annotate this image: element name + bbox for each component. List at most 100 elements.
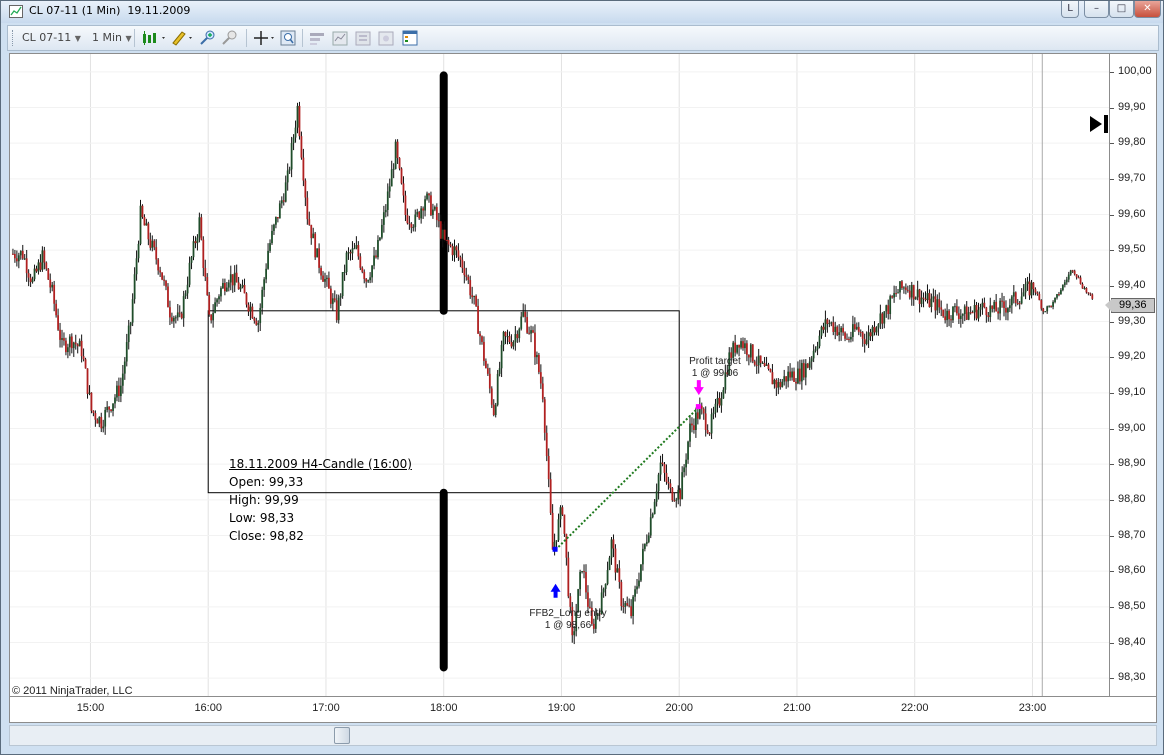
chart-properties-icon[interactable] (354, 29, 372, 47)
toolbar-grip[interactable] (12, 30, 15, 46)
go-to-end-icon[interactable] (1089, 114, 1111, 134)
candle-body (485, 360, 487, 369)
candle-body (991, 305, 994, 309)
candle-body (734, 342, 737, 353)
price-axis[interactable]: 100,00 99,90 99,80 99,70 99,60 99,50 99,40 99,3… (1110, 53, 1157, 697)
candle-body (108, 406, 111, 410)
candle-body (396, 141, 399, 159)
candle-body (999, 300, 1001, 314)
candle-body (877, 324, 880, 328)
zoom-out-icon[interactable] (221, 29, 239, 47)
candle-body (685, 459, 687, 468)
candle-body (465, 275, 468, 277)
chart-settings-icon[interactable] (377, 29, 395, 47)
candlestick-style-icon[interactable] (141, 29, 169, 47)
candle-body (486, 368, 489, 374)
candle-body (235, 272, 238, 283)
interval-dropdown-icon: ▼ (125, 34, 132, 43)
scrollbar-thumb[interactable] (334, 727, 350, 744)
close-button[interactable]: ✕ (1134, 1, 1161, 18)
candle-body (614, 548, 617, 573)
candle-body (867, 332, 870, 341)
candle-body (520, 316, 523, 329)
interval-selector[interactable]: 1 Min ▼ (92, 30, 132, 46)
candle-body (802, 363, 805, 378)
candle-body (278, 203, 281, 219)
candle-body (1026, 281, 1029, 284)
candle-body (579, 571, 582, 590)
candle-body (102, 426, 105, 429)
price-tick (1110, 321, 1114, 323)
candle-body (969, 312, 972, 314)
strategy-icon[interactable] (308, 29, 326, 47)
price-tick-label: 98,30 (1118, 671, 1146, 684)
candle-body (490, 388, 493, 405)
link-button[interactable]: L (1061, 1, 1079, 18)
indicator-icon[interactable] (331, 29, 349, 47)
candle-body (844, 332, 846, 339)
candle-body (269, 243, 271, 251)
candle-body (1005, 308, 1007, 313)
candle-body (41, 250, 44, 270)
candle-body (365, 278, 368, 282)
candle-body (1018, 303, 1021, 305)
candle-body (793, 371, 795, 382)
candle-body (139, 205, 142, 244)
candle-body (851, 324, 854, 337)
candle-body (720, 398, 723, 406)
zoom-in-icon[interactable] (199, 29, 217, 47)
time-axis[interactable]: 15:00 16:00 17:00 18:00 19:00 20:00 21:00 22:00… (9, 697, 1157, 723)
time-tick-label: 17:00 (312, 702, 340, 714)
candle-body (21, 250, 24, 259)
candle-body (547, 456, 550, 480)
crosshair-icon[interactable] (253, 29, 277, 47)
candle-body (769, 369, 772, 373)
candle-body (114, 397, 116, 404)
candle-body (355, 245, 358, 249)
candle-body (581, 571, 583, 573)
candle-body (675, 499, 678, 501)
candle-body (433, 206, 436, 210)
candle-body (661, 462, 664, 465)
candle-body (863, 338, 866, 345)
candle-body (100, 417, 103, 429)
candle-body (924, 298, 927, 300)
candle-body (1056, 294, 1058, 298)
chart-window: CL 07-11 (1 Min) 19.11.2009 L – □ ✕ CL 0… (0, 0, 1164, 755)
candle-body (200, 217, 203, 240)
candle-body (169, 307, 171, 318)
magnifier-icon[interactable] (279, 29, 297, 47)
candle-body (406, 215, 409, 224)
data-box-icon[interactable] (401, 29, 419, 47)
candle-body (1050, 305, 1053, 307)
pencil-draw-icon[interactable] (170, 29, 196, 47)
maximize-button[interactable]: □ (1109, 1, 1134, 18)
candle-body (98, 417, 101, 424)
chart-panel[interactable]: 18.11.2009 H4-Candle (16:00) Open: 99,33… (9, 53, 1110, 697)
candle-body (1040, 300, 1043, 309)
candle-body (893, 293, 896, 298)
minimize-button[interactable]: – (1084, 1, 1109, 18)
title-bar[interactable]: CL 07-11 (1 Min) 19.11.2009 L – □ ✕ (1, 1, 1163, 23)
candle-body (561, 507, 564, 515)
candle-body (345, 252, 348, 273)
candle-body (265, 268, 268, 280)
candle-body (956, 306, 958, 314)
candle-body (708, 433, 711, 435)
candle-body (671, 487, 674, 501)
candle-body (830, 322, 833, 324)
candle-body (853, 324, 856, 330)
instrument-selector[interactable]: CL 07-11 ▼ (22, 30, 81, 46)
candle-body (889, 296, 892, 315)
time-tick-label: 23:00 (1018, 702, 1047, 714)
horizontal-scrollbar[interactable] (9, 725, 1157, 746)
candle-body (141, 205, 144, 218)
price-chart[interactable] (10, 54, 1109, 696)
candle-body (288, 169, 291, 171)
candle-body (961, 314, 964, 316)
candle-body (808, 361, 811, 368)
candle-body (1069, 270, 1072, 275)
price-tick-label: 98,80 (1118, 492, 1146, 505)
candle-body (1079, 277, 1082, 284)
info-low: Low: 98,33 (229, 511, 295, 525)
